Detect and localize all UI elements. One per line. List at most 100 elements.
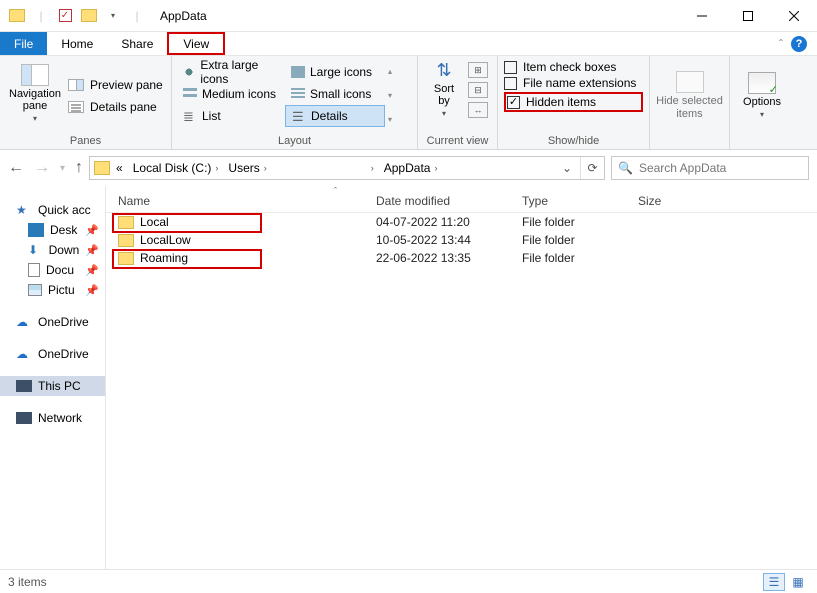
preview-pane-button[interactable]: Preview pane (68, 78, 164, 92)
view-details-button[interactable]: ☰ (763, 573, 785, 591)
group-by-button[interactable]: ⊞ (468, 62, 488, 78)
chevron-right-icon[interactable]: › (215, 163, 218, 173)
folder-context-icon (78, 5, 100, 27)
chevron-down-icon: ▾ (442, 109, 446, 118)
file-row[interactable]: Local04-07-2022 11:20File folder (106, 213, 817, 231)
file-name-extensions-toggle[interactable]: File name extensions (504, 76, 643, 90)
cloud-icon: ☁ (16, 347, 32, 361)
file-date: 22-06-2022 13:35 (364, 251, 510, 265)
chevron-right-icon[interactable]: › (434, 163, 437, 173)
extra-large-icon (183, 66, 195, 78)
size-columns-button[interactable]: ↔ (468, 102, 488, 118)
qat-dropdown-icon[interactable]: ▾ (102, 5, 124, 27)
sidebar-network[interactable]: Network (0, 408, 105, 428)
ribbon-tabs: File Home Share View ˆ ? (0, 32, 817, 56)
file-row[interactable]: LocalLow 10-05-2022 13:44File folder (106, 231, 817, 249)
close-button[interactable] (771, 1, 817, 31)
group-label-current-view: Current view (418, 135, 497, 149)
pin-icon: 📌 (85, 264, 99, 277)
address-bar[interactable]: « Local Disk (C:)› Users› › AppData› ⌄ ⟳ (89, 156, 605, 180)
qat-properties-icon[interactable]: ✓ (54, 5, 76, 27)
sidebar-quick-access[interactable]: ★Quick acc (0, 200, 105, 220)
help-icon[interactable]: ? (791, 36, 807, 52)
navigation-sidebar[interactable]: ★Quick acc Desk📌 ⬇Down📌 Docu📌 Pictu📌 ☁On… (0, 186, 106, 569)
column-header-name[interactable]: Nameˆ (106, 194, 364, 208)
column-header-size[interactable]: Size (626, 194, 817, 208)
breadcrumb-item[interactable]: Local Disk (C:)› (129, 161, 223, 175)
layout-extra-large[interactable]: Extra large icons (177, 61, 285, 83)
column-header-type[interactable]: Type (510, 194, 626, 208)
refresh-button[interactable]: ⟳ (580, 157, 604, 179)
qat-divider: | (126, 5, 148, 27)
group-hide-selected: Hide selected items (650, 56, 730, 149)
layout-label: Extra large icons (200, 58, 279, 86)
breadcrumb-overflow[interactable]: « (112, 161, 127, 175)
layout-label: Small icons (310, 87, 371, 101)
sidebar-desktop[interactable]: Desk📌 (0, 220, 105, 240)
tab-share[interactable]: Share (107, 32, 167, 55)
breadcrumb-item[interactable]: Users› (224, 161, 270, 175)
item-check-boxes-toggle[interactable]: Item check boxes (504, 60, 643, 74)
sidebar-downloads[interactable]: ⬇Down📌 (0, 240, 105, 260)
options-button[interactable]: Options ▾ (736, 72, 788, 119)
maximize-button[interactable] (725, 1, 771, 31)
search-input[interactable]: 🔍 Search AppData (611, 156, 809, 180)
up-button[interactable]: ↑ (75, 159, 83, 177)
breadcrumb-item[interactable]: › (273, 163, 378, 173)
layout-medium[interactable]: Medium icons (177, 83, 285, 105)
pictures-icon (28, 284, 42, 296)
pin-icon: 📌 (85, 224, 99, 237)
file-row[interactable]: Roaming22-06-2022 13:35File folder (106, 249, 817, 267)
minimize-button[interactable] (679, 1, 725, 31)
column-header-date[interactable]: Date modified (364, 194, 510, 208)
group-label-layout: Layout (172, 135, 417, 149)
sidebar-this-pc[interactable]: This PC (0, 376, 105, 396)
sidebar-onedrive[interactable]: ☁OneDrive (0, 344, 105, 364)
tab-file[interactable]: File (0, 32, 47, 55)
sidebar-documents[interactable]: Docu📌 (0, 260, 105, 280)
sidebar-onedrive[interactable]: ☁OneDrive (0, 312, 105, 332)
tab-home[interactable]: Home (47, 32, 107, 55)
sort-asc-icon: ˆ (334, 186, 337, 196)
layout-label: Large icons (310, 65, 372, 79)
chevron-right-icon[interactable]: › (264, 163, 267, 173)
layout-scroll[interactable]: ▴▾▾ (386, 60, 394, 131)
add-columns-button[interactable]: ⊟ (468, 82, 488, 98)
recent-locations-button[interactable]: ▾ (60, 163, 65, 174)
options-label: Options (743, 96, 781, 108)
sidebar-pictures[interactable]: Pictu📌 (0, 280, 105, 300)
sort-by-label: Sort by (434, 83, 454, 107)
pin-icon: 📌 (85, 284, 99, 297)
document-icon (28, 263, 40, 277)
chevron-right-icon[interactable]: › (371, 163, 374, 173)
file-type: File folder (510, 233, 626, 247)
folder-icon (118, 216, 134, 229)
layout-label: Medium icons (202, 87, 276, 101)
tab-view[interactable]: View (167, 32, 225, 55)
search-icon: 🔍 (618, 161, 633, 175)
layout-large[interactable]: Large icons (285, 61, 385, 83)
layout-details[interactable]: Details (285, 105, 385, 127)
navigation-pane-button[interactable]: Navigation pane ▾ (6, 60, 64, 131)
desktop-icon (28, 223, 44, 237)
details-icon (292, 110, 306, 122)
details-pane-button[interactable]: Details pane (68, 100, 164, 114)
back-button[interactable]: ← (8, 159, 24, 177)
file-name: LocalLow (140, 233, 191, 247)
options-icon (748, 72, 776, 94)
layout-list[interactable]: List (177, 105, 285, 127)
hidden-items-toggle[interactable]: Hidden items (507, 95, 596, 109)
title-bar: | ✓ ▾ | AppData (0, 0, 817, 32)
chevron-down-icon: ▾ (33, 114, 37, 123)
file-date: 10-05-2022 13:44 (364, 233, 510, 247)
address-dropdown-icon[interactable]: ⌄ (556, 161, 578, 175)
file-date: 04-07-2022 11:20 (364, 215, 510, 229)
item-count: 3 items (8, 575, 47, 589)
breadcrumb-item[interactable]: AppData› (380, 161, 442, 175)
sort-by-button[interactable]: ⇅ Sort by ▾ (424, 60, 464, 118)
layout-small[interactable]: Small icons (285, 83, 385, 105)
column-headers[interactable]: Nameˆ Date modified Type Size (106, 186, 817, 213)
view-large-icons-button[interactable]: ▦ (787, 573, 809, 591)
minimize-ribbon-icon[interactable]: ˆ (779, 37, 783, 51)
forward-button[interactable]: → (34, 159, 50, 177)
